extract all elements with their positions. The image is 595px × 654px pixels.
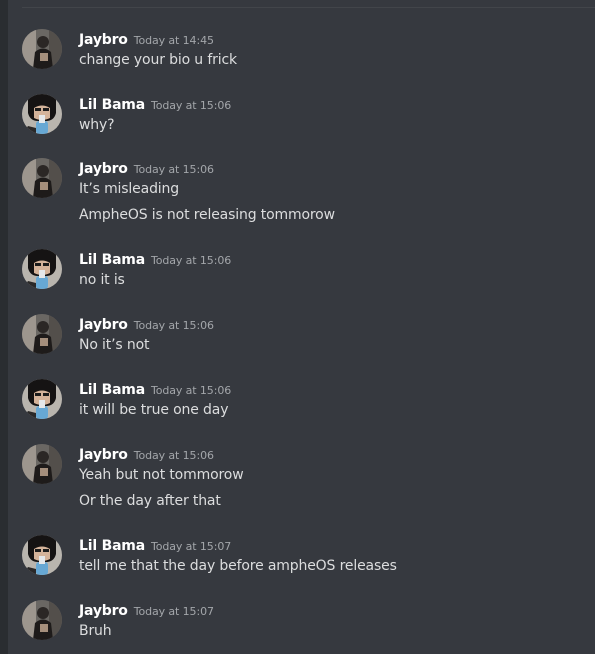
message-header: Jaybro Today at 15:06 xyxy=(79,444,214,464)
scrollbar-thumb[interactable] xyxy=(0,0,8,654)
message-group[interactable]: Jaybro Today at 14:45 change your bio u f… xyxy=(22,29,587,74)
message-group[interactable]: Jaybro Today at 15:06 Yeah but not tommor… xyxy=(22,444,587,514)
message-group[interactable]: Lil Bama Today at 15:06 it will be true o… xyxy=(22,379,587,424)
user-avatar-lil-bama[interactable] xyxy=(22,249,62,289)
user-avatar-jaybro[interactable] xyxy=(22,444,62,484)
scrollbar-track[interactable] xyxy=(0,0,8,654)
timestamp[interactable]: Today at 15:06 xyxy=(151,384,231,397)
message-text: Or the day after that xyxy=(79,493,221,509)
timestamp[interactable]: Today at 15:06 xyxy=(134,163,214,176)
chat-viewport: Jaybro Today at 14:45 change your bio u f… xyxy=(0,0,595,654)
timestamp[interactable]: Today at 15:06 xyxy=(134,319,214,332)
message-text: change your bio u frick xyxy=(79,52,237,68)
message-text: why? xyxy=(79,117,115,133)
username-jaybro[interactable]: Jaybro xyxy=(79,161,128,177)
user-avatar-jaybro[interactable] xyxy=(22,158,62,198)
message-header: Jaybro Today at 15:07 xyxy=(79,600,214,620)
user-avatar-jaybro[interactable] xyxy=(22,29,62,69)
username-jaybro[interactable]: Jaybro xyxy=(79,603,128,619)
message-group[interactable]: Lil Bama Today at 15:07 tell me that the … xyxy=(22,535,587,580)
message-header: Lil Bama Today at 15:06 xyxy=(79,94,231,114)
username-jaybro[interactable]: Jaybro xyxy=(79,32,128,48)
message-text: Bruh xyxy=(79,623,112,639)
timestamp[interactable]: Today at 15:06 xyxy=(134,449,214,462)
username-jaybro[interactable]: Jaybro xyxy=(79,317,128,333)
user-avatar-jaybro[interactable] xyxy=(22,314,62,354)
message-header: Jaybro Today at 14:45 xyxy=(79,29,214,49)
username-lil-bama[interactable]: Lil Bama xyxy=(79,252,145,268)
message-text: Yeah but not tommorow xyxy=(79,467,244,483)
username-lil-bama[interactable]: Lil Bama xyxy=(79,97,145,113)
message-text: AmpheOS is not releasing tommorow xyxy=(79,207,335,223)
timestamp[interactable]: Today at 15:06 xyxy=(151,254,231,267)
message-group[interactable]: Lil Bama Today at 15:06 no it is xyxy=(22,249,587,294)
timestamp[interactable]: Today at 14:45 xyxy=(134,34,214,47)
message-group[interactable]: Jaybro Today at 15:07 Bruh xyxy=(22,600,587,645)
message-text: it will be true one day xyxy=(79,402,229,418)
message-text: No it’s not xyxy=(79,337,150,353)
message-header: Jaybro Today at 15:06 xyxy=(79,314,214,334)
message-header: Lil Bama Today at 15:06 xyxy=(79,379,231,399)
message-text: It’s misleading xyxy=(79,181,180,197)
message-header: Lil Bama Today at 15:07 xyxy=(79,535,231,555)
username-lil-bama[interactable]: Lil Bama xyxy=(79,538,145,554)
timestamp[interactable]: Today at 15:07 xyxy=(151,540,231,553)
username-jaybro[interactable]: Jaybro xyxy=(79,447,128,463)
user-avatar-lil-bama[interactable] xyxy=(22,379,62,419)
user-avatar-lil-bama[interactable] xyxy=(22,94,62,134)
message-group[interactable]: Jaybro Today at 15:06 No it’s not xyxy=(22,314,587,359)
top-divider xyxy=(22,7,595,8)
message-group[interactable]: Jaybro Today at 15:06 It’s misleading Amp… xyxy=(22,158,587,228)
message-header: Lil Bama Today at 15:06 xyxy=(79,249,231,269)
user-avatar-lil-bama[interactable] xyxy=(22,535,62,575)
message-group[interactable]: Lil Bama Today at 15:06 why? xyxy=(22,94,587,139)
user-avatar-jaybro[interactable] xyxy=(22,600,62,640)
username-lil-bama[interactable]: Lil Bama xyxy=(79,382,145,398)
timestamp[interactable]: Today at 15:06 xyxy=(151,99,231,112)
timestamp[interactable]: Today at 15:07 xyxy=(134,605,214,618)
message-text: tell me that the day before ampheOS rele… xyxy=(79,558,397,574)
message-text: no it is xyxy=(79,272,125,288)
message-header: Jaybro Today at 15:06 xyxy=(79,158,214,178)
